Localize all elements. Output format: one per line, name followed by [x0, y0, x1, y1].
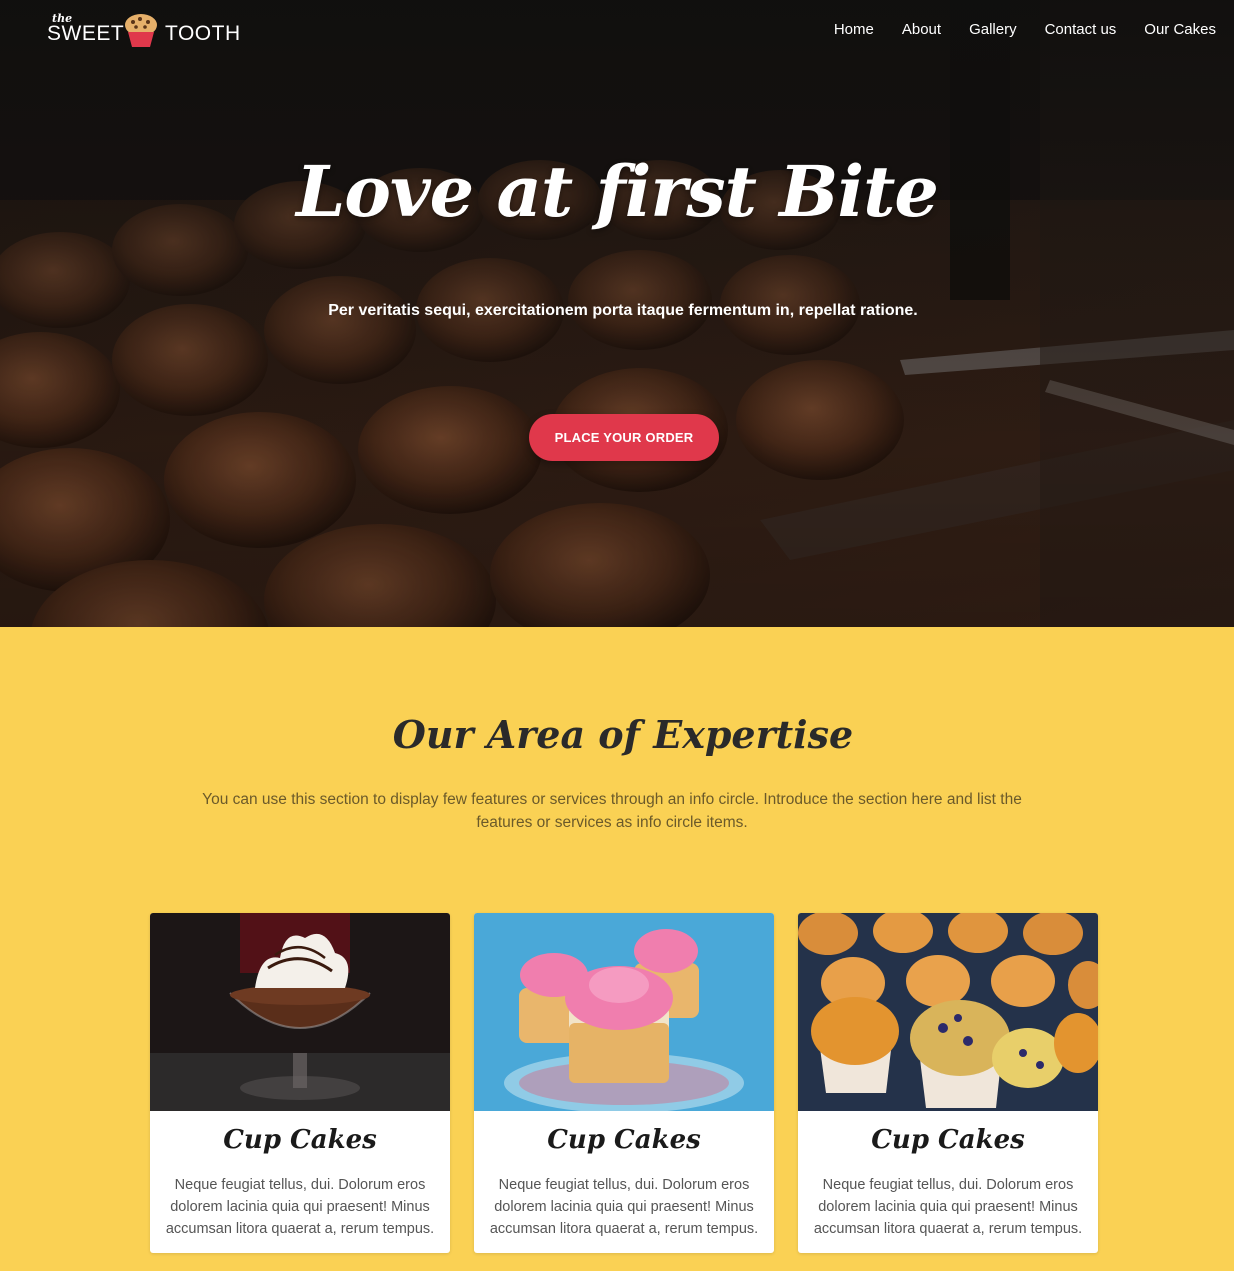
- hero-section: the SWEET TOOTH Home About Gallery Conta…: [0, 0, 1234, 627]
- expertise-title: Our Area of Expertise: [392, 712, 854, 757]
- logo-text-right: TOOTH: [165, 22, 241, 45]
- nav-our-cakes[interactable]: Our Cakes: [1144, 21, 1216, 38]
- card-title: Cup Cakes: [871, 1125, 1025, 1155]
- pink-cupcakes-image: [474, 913, 774, 1111]
- expertise-description: You can use this section to display few …: [202, 791, 1022, 831]
- card-title: Cup Cakes: [547, 1125, 701, 1155]
- main-nav: Home About Gallery Contact us Our Cakes: [834, 21, 1216, 38]
- card-text: Neque feugiat tellus, dui. Dolorum eros …: [489, 1177, 759, 1237]
- hero-title: Love at first Bite: [296, 150, 939, 233]
- chocolate-mousse-image: [150, 913, 450, 1111]
- site-logo[interactable]: the SWEET TOOTH: [47, 12, 247, 52]
- service-card[interactable]: Cup Cakes Neque feugiat tellus, dui. Dol…: [150, 913, 450, 1253]
- service-card[interactable]: Cup Cakes Neque feugiat tellus, dui. Dol…: [474, 913, 774, 1253]
- nav-contact[interactable]: Contact us: [1045, 21, 1117, 38]
- nav-home[interactable]: Home: [834, 21, 874, 38]
- cards-row: Cup Cakes Neque feugiat tellus, dui. Dol…: [150, 913, 1098, 1253]
- card-text: Neque feugiat tellus, dui. Dolorum eros …: [813, 1177, 1083, 1237]
- nav-about[interactable]: About: [902, 21, 941, 38]
- card-title: Cup Cakes: [223, 1125, 377, 1155]
- cupcake-icon: [125, 14, 157, 47]
- hero-subtitle: Per veritatis sequi, exercitationem port…: [328, 302, 918, 319]
- card-text: Neque feugiat tellus, dui. Dolorum eros …: [165, 1177, 435, 1237]
- nav-gallery[interactable]: Gallery: [969, 21, 1017, 38]
- logo-text-left: SWEET: [47, 22, 125, 45]
- blueberry-muffins-image: [798, 913, 1098, 1111]
- service-card[interactable]: Cup Cakes Neque feugiat tellus, dui. Dol…: [798, 913, 1098, 1253]
- place-order-button[interactable]: PLACE YOUR ORDER: [529, 414, 719, 461]
